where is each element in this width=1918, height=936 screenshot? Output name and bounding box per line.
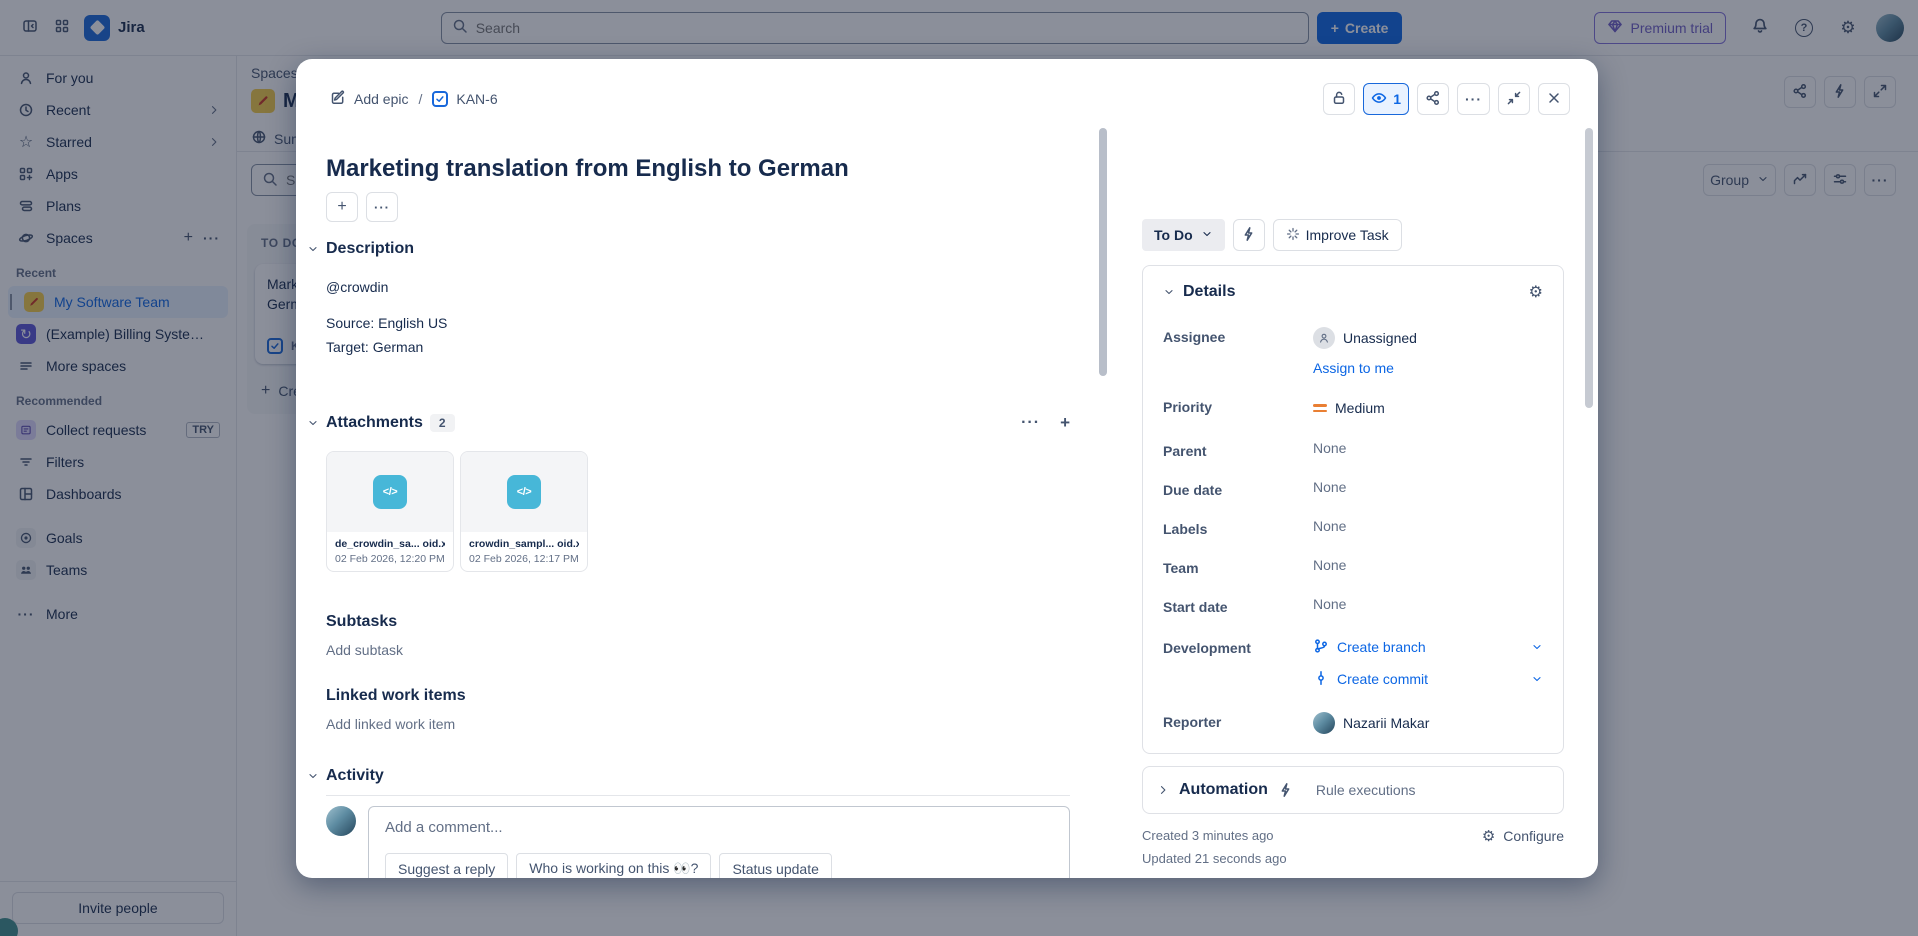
add-linked-item-button[interactable]: Add linked work item (326, 716, 1070, 732)
share-icon (1425, 90, 1441, 109)
chevron-down-icon[interactable] (1163, 286, 1175, 298)
description-section-header[interactable]: Description (326, 240, 1070, 258)
commit-icon (1313, 670, 1329, 689)
description-mention[interactable]: @crowdin (326, 277, 1070, 297)
create-branch-link[interactable]: Create branch (1313, 635, 1543, 659)
description-target: Target: German (326, 337, 1070, 357)
attachment-card[interactable]: </> crowdin_sampl... oid.xml 02 Feb 2026… (460, 451, 588, 572)
who-is-working-chip[interactable]: Who is working on this 👀? (516, 853, 711, 878)
automation-quick-button[interactable] (1233, 219, 1265, 251)
details-settings-icon[interactable]: ⚙ (1529, 282, 1543, 302)
watcher-count: 1 (1393, 91, 1401, 107)
add-subtask-button[interactable]: Add subtask (326, 642, 1070, 658)
unlock-icon (1331, 90, 1347, 109)
work-item-modal: Add epic / KAN-6 1 ··· Marketing transla… (296, 59, 1598, 878)
description-source: Source: English US (326, 313, 1070, 333)
more-dots-icon: ··· (1465, 91, 1482, 107)
collapse-modal-button[interactable] (1498, 83, 1530, 115)
updated-timestamp: Updated 21 seconds ago (1142, 851, 1287, 866)
lightning-icon (1278, 782, 1294, 798)
task-type-icon (432, 91, 448, 107)
edit-icon (330, 90, 346, 109)
reporter-avatar (1313, 712, 1335, 734)
parent-value[interactable]: None (1313, 440, 1543, 456)
create-commit-link[interactable]: Create commit (1313, 667, 1543, 691)
created-timestamp: Created 3 minutes ago (1142, 828, 1287, 843)
attachments-count-badge: 2 (430, 414, 455, 432)
configure-button[interactable]: ⚙ Configure (1482, 828, 1564, 844)
reporter-value[interactable]: Nazarii Makar (1313, 711, 1543, 735)
share-button[interactable] (1417, 83, 1449, 115)
attachment-date: 02 Feb 2026, 12:20 PM (335, 553, 445, 565)
attachments-more-icon[interactable]: ··· (1021, 414, 1040, 432)
linked-items-section-header: Linked work items (326, 687, 1070, 705)
watchers-button[interactable]: 1 (1363, 83, 1409, 115)
work-item-title[interactable]: Marketing translation from English to Ge… (326, 154, 1070, 184)
activity-section-header[interactable]: Activity (326, 767, 1070, 796)
chevron-down-icon (307, 770, 319, 782)
start-date-value[interactable]: None (1313, 596, 1543, 612)
chevron-down-icon (1201, 227, 1213, 243)
assign-to-me-link[interactable]: Assign to me (1313, 360, 1543, 376)
collapse-icon (1506, 90, 1522, 109)
automation-heading: Automation (1179, 781, 1268, 799)
lock-button[interactable] (1323, 83, 1355, 115)
chevron-down-icon (307, 417, 319, 429)
content-scrollbar[interactable] (1099, 128, 1107, 376)
chevron-down-icon (307, 243, 319, 255)
breadcrumb-separator: / (416, 91, 424, 107)
rule-executions-label: Rule executions (1316, 782, 1416, 798)
chevron-right-icon (1157, 784, 1169, 796)
ai-sparkle-icon (1286, 227, 1300, 244)
assignee-value[interactable]: Unassigned (1313, 326, 1543, 350)
gear-icon: ⚙ (1482, 829, 1495, 844)
status-update-chip[interactable]: Status update (719, 853, 831, 878)
add-epic-button[interactable]: Add epic (330, 90, 408, 109)
modal-more-button[interactable]: ··· (1457, 83, 1490, 115)
attachment-date: 02 Feb 2026, 12:17 PM (469, 553, 579, 565)
eye-icon (1371, 90, 1387, 109)
attachment-name: crowdin_sampl... oid.xml (469, 538, 579, 550)
code-file-icon: </> (507, 475, 541, 509)
more-dots-icon: ··· (374, 200, 390, 215)
lightning-icon (1241, 226, 1257, 245)
code-file-icon: </> (373, 475, 407, 509)
plus-icon: + (337, 198, 346, 216)
panel-scrollbar[interactable] (1585, 128, 1593, 408)
priority-value[interactable]: Medium (1313, 396, 1543, 420)
suggest-reply-chip[interactable]: Suggest a reply (385, 853, 508, 878)
attachments-section-header[interactable]: Attachments 2 ··· + (326, 413, 1070, 433)
details-heading: Details (1183, 283, 1235, 301)
attachment-name: de_crowdin_sa... oid.xml (335, 538, 445, 550)
status-dropdown[interactable]: To Do (1142, 219, 1225, 251)
close-modal-button[interactable] (1538, 83, 1570, 115)
add-attachment-icon[interactable]: + (1060, 413, 1070, 433)
add-content-button[interactable]: + (326, 192, 358, 222)
comment-placeholder: Add a comment... (385, 819, 1053, 836)
labels-value[interactable]: None (1313, 518, 1543, 534)
chevron-down-icon[interactable] (1531, 641, 1543, 653)
branch-icon (1313, 638, 1329, 657)
improve-task-button[interactable]: Improve Task (1273, 219, 1402, 251)
unassigned-avatar-icon (1313, 327, 1335, 349)
priority-medium-icon (1313, 404, 1327, 412)
work-item-key[interactable]: KAN-6 (432, 91, 497, 107)
comment-input[interactable]: Add a comment... Suggest a reply Who is … (368, 806, 1070, 878)
due-date-value[interactable]: None (1313, 479, 1543, 495)
subtasks-section-header: Subtasks (326, 613, 1070, 631)
close-icon (1546, 90, 1562, 109)
team-value[interactable]: None (1313, 557, 1543, 573)
chevron-down-icon[interactable] (1531, 673, 1543, 685)
current-user-avatar (326, 806, 356, 836)
title-more-button[interactable]: ··· (366, 192, 398, 222)
automation-panel[interactable]: Automation Rule executions (1142, 766, 1564, 814)
details-panel: Details ⚙ Assignee Unassigned Assign to … (1142, 265, 1564, 754)
attachment-card[interactable]: </> de_crowdin_sa... oid.xml 02 Feb 2026… (326, 451, 454, 572)
